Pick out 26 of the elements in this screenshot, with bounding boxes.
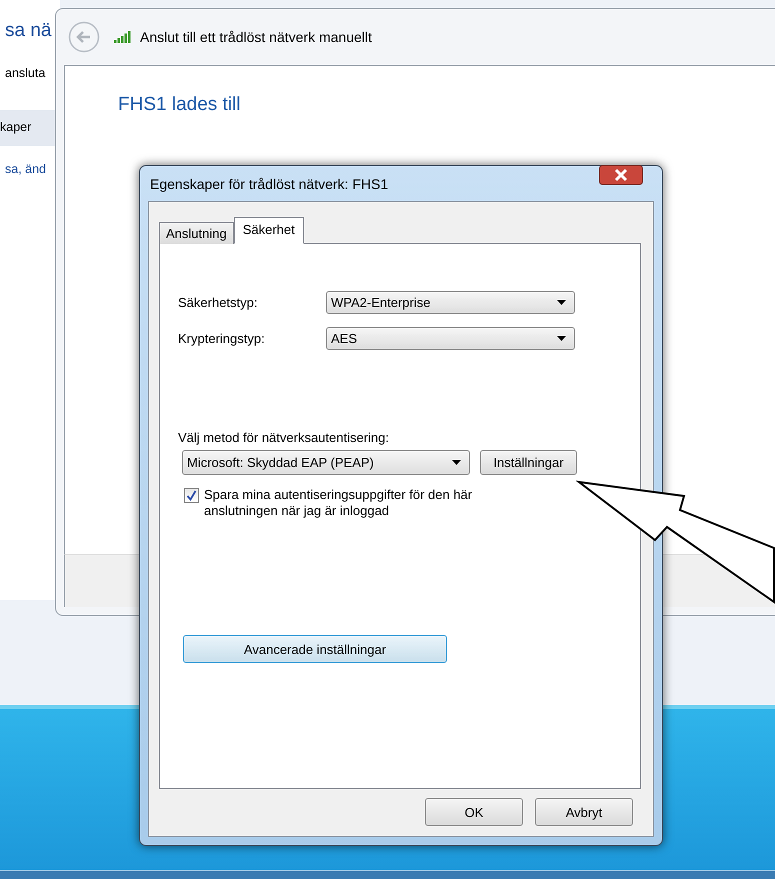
tab[interactable]: Säkerhet (234, 217, 304, 244)
background-window-text: ansluta (5, 66, 46, 80)
field-label: Välj metod för nätverksautentisering: (178, 430, 390, 445)
dropdown[interactable]: AES (326, 327, 575, 350)
caret-icon (557, 300, 566, 305)
settings-button[interactable]: Inställningar (480, 450, 577, 475)
tab[interactable]: Anslutning (159, 222, 234, 244)
caret-icon (557, 336, 566, 341)
close-icon[interactable] (599, 165, 643, 185)
background-window-text: kaper (0, 110, 55, 146)
field-label: Krypteringstyp: (178, 331, 266, 346)
caret-icon (452, 460, 461, 465)
dropdown[interactable]: Microsoft: Skyddad EAP (PEAP) (182, 450, 470, 475)
checkbox[interactable] (184, 488, 199, 503)
wireless-signal-icon (114, 31, 132, 43)
dialog-button[interactable]: OK (425, 798, 523, 826)
field-label: Säkerhetstyp: (178, 295, 258, 310)
dropdown[interactable]: WPA2-Enterprise (326, 291, 575, 314)
advanced-settings-button[interactable]: Avancerade inställningar (183, 635, 447, 663)
checkbox-label: Spara mina autentiseringsuppgifter för den här anslutningen när jag är inloggad (204, 487, 474, 519)
wizard-title: Anslut till ett trådlöst nätverk manuellt (140, 29, 372, 45)
background-window-text: sa nä (5, 20, 52, 42)
dialog-title: Egenskaper för trådlöst nätverk: FHS1 (149, 176, 388, 192)
wizard-heading: FHS1 lades till (118, 94, 240, 115)
dialog-button[interactable]: Avbryt (535, 798, 633, 826)
background-window-text: sa, änd (5, 162, 46, 176)
